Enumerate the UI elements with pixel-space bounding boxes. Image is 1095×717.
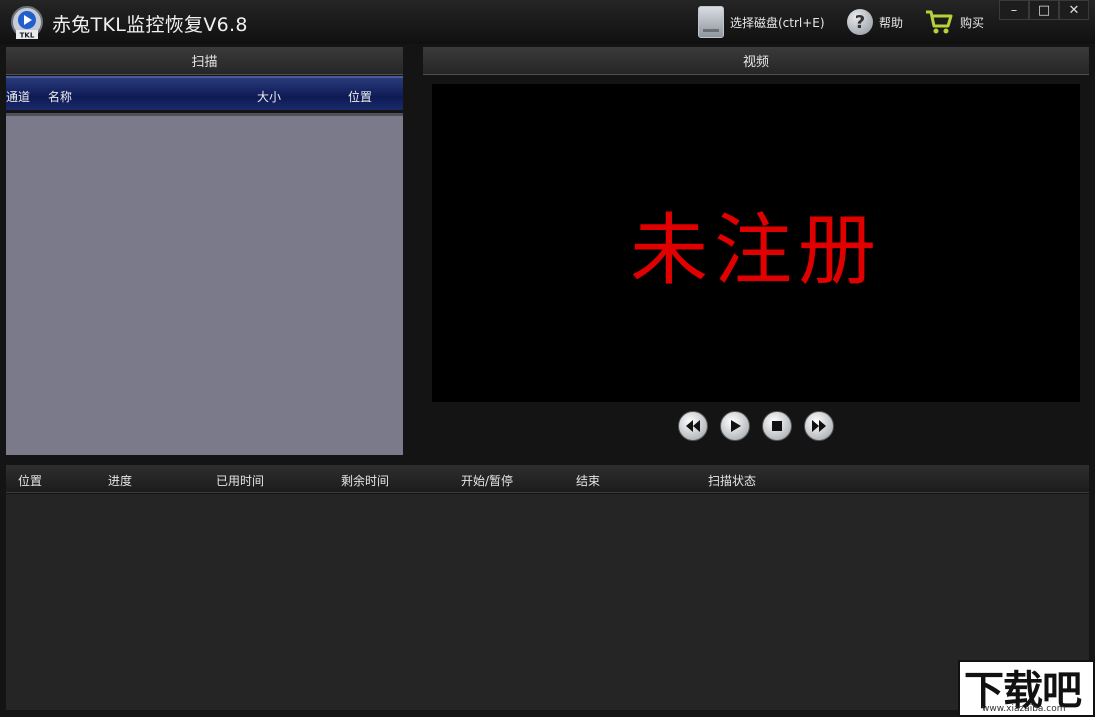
column-header-elapsed[interactable]: 已用时间 xyxy=(216,472,264,489)
column-header-name[interactable]: 名称 xyxy=(48,88,72,105)
disk-icon xyxy=(698,6,724,38)
fast-forward-button[interactable] xyxy=(804,411,834,441)
select-disk-label: 选择磁盘(ctrl+E) xyxy=(730,15,825,30)
stop-icon xyxy=(772,421,782,431)
fast-forward-icon xyxy=(812,420,826,432)
column-header-scan-status[interactable]: 扫描状态 xyxy=(708,472,756,489)
column-header-size[interactable]: 大小 xyxy=(257,88,281,105)
app-logo-icon: TKL xyxy=(11,6,43,40)
buy-button[interactable]: 购买 xyxy=(924,6,984,38)
maximize-button[interactable]: □ xyxy=(1029,0,1059,20)
minimize-button[interactable]: – xyxy=(999,0,1029,20)
stop-button[interactable] xyxy=(762,411,792,441)
task-table-body[interactable] xyxy=(6,494,1089,710)
cart-icon xyxy=(926,10,953,34)
app-title: 赤兔TKL监控恢复V6.8 xyxy=(52,14,248,36)
play-icon xyxy=(731,420,741,432)
scan-results-list[interactable] xyxy=(6,113,403,455)
scan-panel-header: 扫描 xyxy=(6,47,403,75)
help-icon: ? xyxy=(847,9,873,35)
rewind-icon xyxy=(686,420,700,432)
column-header-channel[interactable]: 通道 xyxy=(6,88,30,105)
column-header-start-pause[interactable]: 开始/暂停 xyxy=(461,472,513,489)
rewind-button[interactable] xyxy=(678,411,708,441)
task-table-header: 位置 进度 已用时间 剩余时间 开始/暂停 结束 扫描状态 xyxy=(6,465,1089,493)
video-panel-header: 视频 xyxy=(423,47,1089,75)
scan-table-header: 通道 名称 大小 位置 xyxy=(6,76,403,110)
site-watermark: 下载吧 www.xiazaiba.com xyxy=(958,660,1095,717)
watermark-url: www.xiazaiba.com xyxy=(982,704,1066,714)
buy-label: 购买 xyxy=(960,15,985,30)
scan-panel-title: 扫描 xyxy=(191,55,218,70)
unregistered-overlay: 未注册 xyxy=(629,206,882,296)
logo-text: TKL xyxy=(20,32,35,40)
select-disk-button[interactable]: 选择磁盘(ctrl+E) xyxy=(698,6,825,38)
video-panel-title: 视频 xyxy=(742,55,769,70)
column-header-position[interactable]: 位置 xyxy=(18,472,42,489)
column-header-position[interactable]: 位置 xyxy=(348,88,372,105)
help-button[interactable]: ? 帮助 xyxy=(847,6,903,38)
close-button[interactable]: ✕ xyxy=(1059,0,1089,20)
column-header-progress[interactable]: 进度 xyxy=(108,472,132,489)
help-label: 帮助 xyxy=(879,15,904,30)
video-preview: 未注册 xyxy=(432,84,1080,402)
play-button[interactable] xyxy=(720,411,750,441)
column-header-remaining[interactable]: 剩余时间 xyxy=(341,472,389,489)
title-bar: TKL 赤兔TKL监控恢复V6.8 选择磁盘(ctrl+E) ? 帮助 购买 –… xyxy=(0,0,1095,44)
column-header-end[interactable]: 结束 xyxy=(576,472,600,489)
